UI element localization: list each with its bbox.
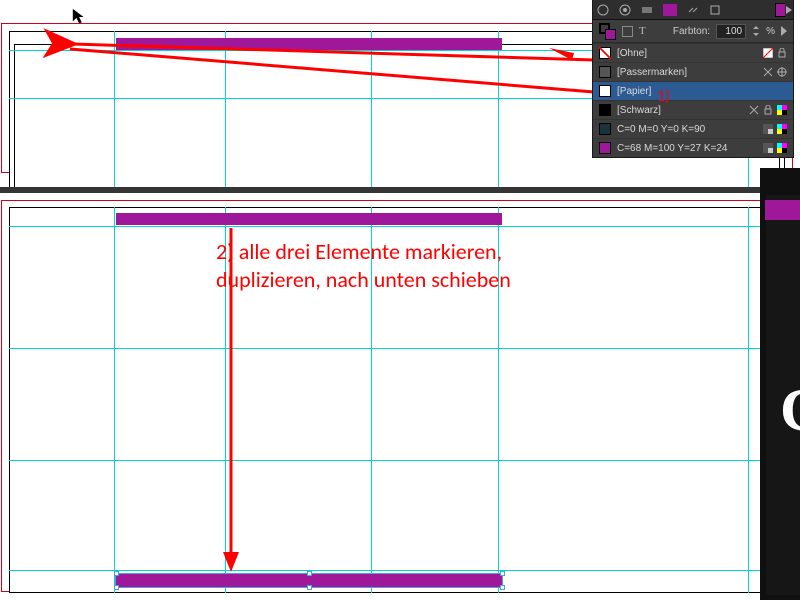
swatch-row[interactable]: C=0 M=0 Y=0 K=90 xyxy=(593,119,793,138)
guide-h[interactable] xyxy=(9,570,785,571)
swatch-name: [Papier] xyxy=(617,86,781,97)
guide-v[interactable] xyxy=(225,31,226,192)
global-swatch-icon xyxy=(763,143,773,153)
tint-unit: % xyxy=(766,26,775,37)
swatch-name: [Passermarken] xyxy=(617,67,757,78)
stroke-panel-icon[interactable] xyxy=(619,4,631,16)
links-panel-icon[interactable] xyxy=(687,4,699,16)
color-panel-icon[interactable] xyxy=(597,4,609,16)
annotation-step1: 1) xyxy=(657,87,670,106)
no-delete-icon xyxy=(763,67,773,77)
guide-h[interactable] xyxy=(9,460,785,461)
fill-stroke-indicator[interactable] xyxy=(599,23,616,40)
swatches-panel[interactable]: T Farbton: 100 % [Ohne] [Passermarken] [Pa… xyxy=(593,0,793,157)
guide-v[interactable] xyxy=(748,207,749,593)
guide-h[interactable] xyxy=(9,226,785,227)
global-swatch-icon xyxy=(763,124,773,134)
swatch-color-chip xyxy=(599,66,611,78)
panel-flyout-menu[interactable] xyxy=(785,0,793,19)
swatches-panel-icon[interactable] xyxy=(663,4,677,16)
swatch-name: [Schwarz] xyxy=(617,105,743,116)
guide-v[interactable] xyxy=(114,207,115,593)
swatch-name: C=68 M=100 Y=27 K=24 xyxy=(617,143,757,154)
magenta-chip xyxy=(765,200,800,220)
swatch-color-chip xyxy=(599,142,611,154)
dark-strip xyxy=(0,187,793,193)
swatch-list[interactable]: [Ohne] [Passermarken] [Papier] [Schwarz] C=0… xyxy=(593,43,793,157)
no-delete-icon xyxy=(749,105,759,115)
selection-handle[interactable] xyxy=(114,571,119,576)
tint-value-field[interactable]: 100 xyxy=(716,24,746,39)
panel-header: T Farbton: 100 % xyxy=(593,19,793,43)
swatch-color-chip xyxy=(599,104,611,116)
none-mode-icon xyxy=(763,48,773,58)
tint-slider-flyout-icon[interactable] xyxy=(781,26,787,36)
annotation-text: 2) alle drei Elemente markieren, xyxy=(216,238,502,265)
tint-arrow-icon[interactable] xyxy=(752,25,760,37)
magenta-bar-upper[interactable] xyxy=(116,38,502,50)
swatch-row[interactable]: C=68 M=100 Y=27 K=24 xyxy=(593,138,793,157)
swatch-name: [Ohne] xyxy=(617,48,757,59)
effects-panel-icon[interactable] xyxy=(709,4,721,16)
swatch-row[interactable]: [Papier] xyxy=(593,81,793,100)
lock-icon xyxy=(777,48,787,58)
guide-h[interactable] xyxy=(9,348,785,349)
preview-glyph: C xyxy=(780,380,800,440)
guide-v[interactable] xyxy=(114,31,115,192)
annotation-text: duplizieren, nach unten schieben xyxy=(216,266,511,293)
swatch-name: C=0 M=0 Y=0 K=90 xyxy=(617,124,757,135)
annotation-step2: 2) alle drei Elemente markieren, duplizi… xyxy=(216,238,511,293)
selection-handle[interactable] xyxy=(114,585,119,590)
cmyk-icon xyxy=(777,124,787,134)
type-fill-icon[interactable]: T xyxy=(639,25,646,37)
tint-label: Farbton: xyxy=(673,26,710,37)
formatting-container-icon[interactable] xyxy=(622,26,633,37)
guide-v[interactable] xyxy=(371,31,372,192)
gradient-panel-icon[interactable] xyxy=(641,4,653,16)
cmyk-icon xyxy=(777,105,787,115)
selection-handle[interactable] xyxy=(500,585,505,590)
swatch-color-chip xyxy=(599,47,611,59)
cmyk-icon xyxy=(777,143,787,153)
swatch-color-chip xyxy=(599,85,611,97)
guide-v[interactable] xyxy=(498,31,499,192)
swatch-color-chip xyxy=(599,123,611,135)
swatch-row[interactable]: [Ohne] xyxy=(593,43,793,62)
lock-icon xyxy=(763,105,773,115)
registration-icon xyxy=(777,67,787,77)
panel-tab-strip[interactable] xyxy=(593,0,793,19)
swatch-row[interactable]: [Passermarken] xyxy=(593,62,793,81)
selection-handle[interactable] xyxy=(307,585,312,590)
swatch-row[interactable]: [Schwarz] xyxy=(593,100,793,119)
magenta-bar-mid[interactable] xyxy=(116,213,502,225)
selection-handle[interactable] xyxy=(500,571,505,576)
selection-handle[interactable] xyxy=(307,571,312,576)
